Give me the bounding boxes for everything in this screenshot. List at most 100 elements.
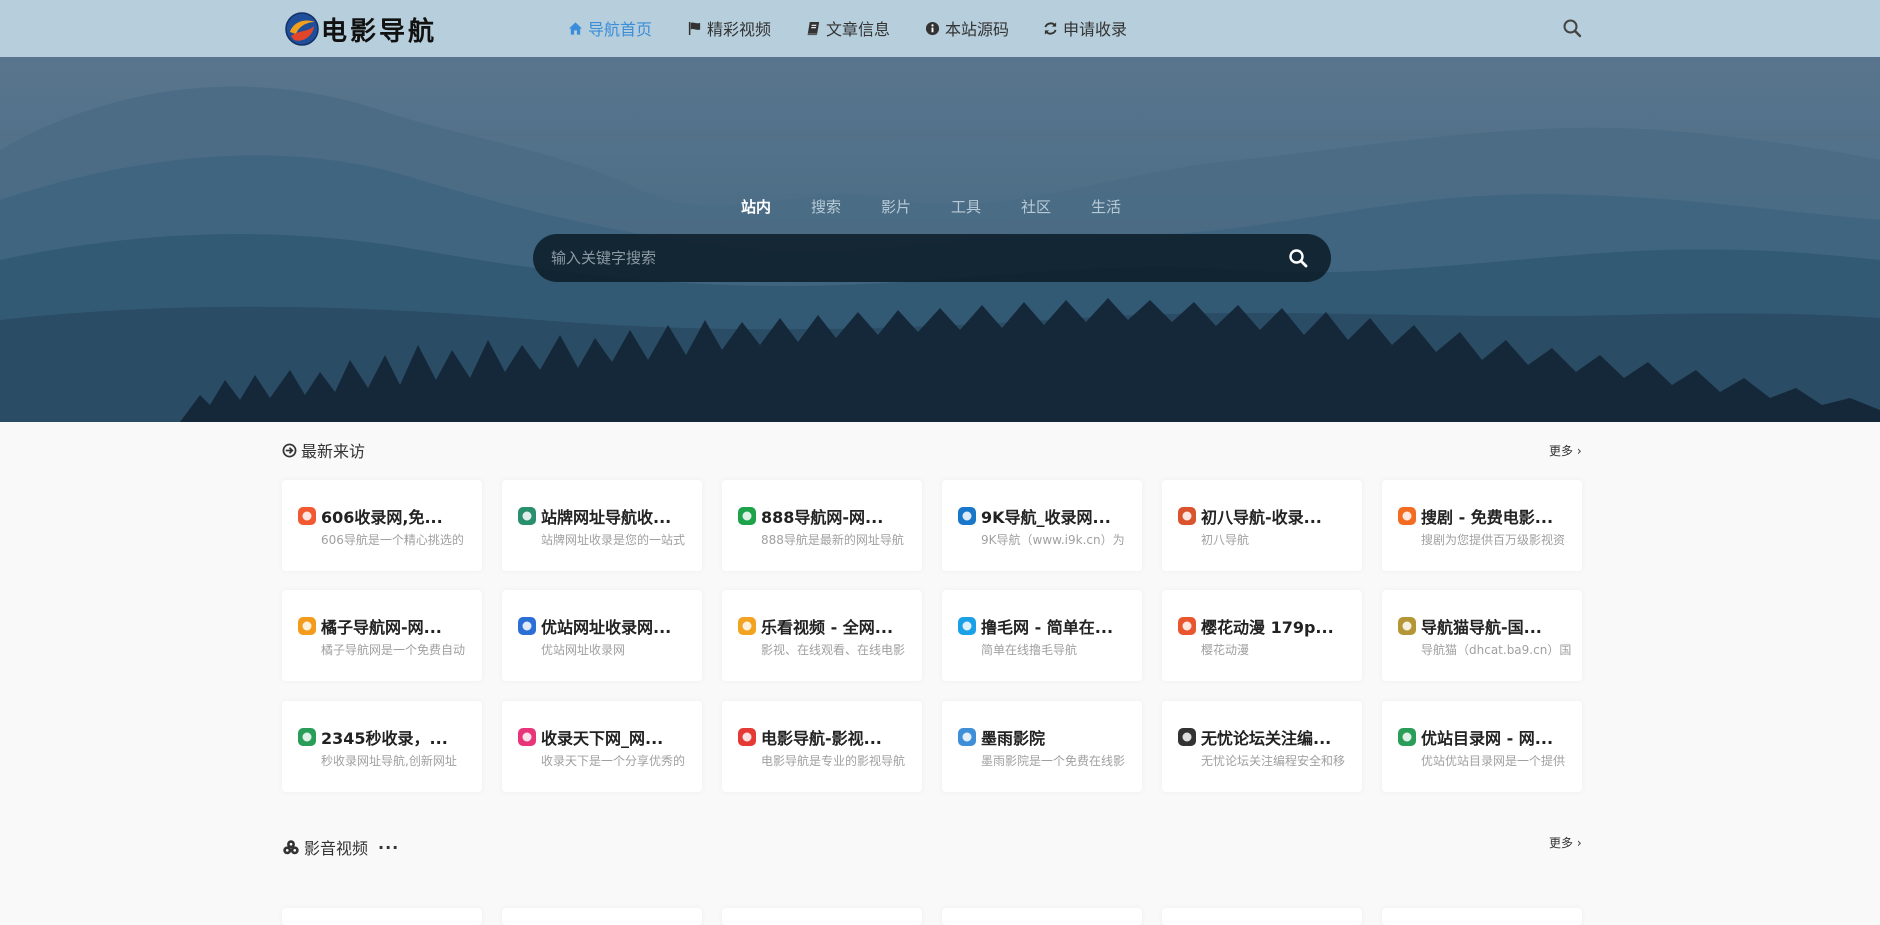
site-card[interactable]: 橘子导航网-网... 橘子导航网是一个免费自动 — [282, 590, 482, 681]
icon-lumao-icon — [957, 616, 977, 636]
logo-mark-icon — [285, 12, 319, 46]
site-card-desc: 888导航是最新的网址导航 — [761, 533, 904, 547]
site-card-title: 站牌网址导航收... — [541, 508, 672, 527]
site-card-desc: 搜剧为您提供百万级影视资 — [1421, 533, 1566, 547]
site-card[interactable]: 撸毛网 - 简单在... 简单在线撸毛导航 — [942, 590, 1142, 681]
site-card-title: 乐看视频 - 全网... — [761, 618, 894, 637]
site-card[interactable]: 墨雨影院墨雨影院是一个免费在线影 — [942, 701, 1142, 792]
section-video-menu[interactable]: ··· — [378, 838, 399, 857]
icon-chuba-icon — [1177, 506, 1197, 526]
site-card[interactable]: 樱花动漫 179p... 樱花动漫 — [1162, 590, 1362, 681]
search-submit-icon[interactable] — [1288, 248, 1308, 268]
site-card-title: 无忧论坛关注编... — [1201, 729, 1332, 748]
video-card[interactable] — [282, 908, 482, 925]
icon-cube-icon — [517, 506, 537, 526]
flag-icon — [688, 21, 701, 35]
site-card-title: 2345秒收录，... — [321, 729, 448, 748]
site-card[interactable]: 搜剧 - 免费电影... 搜剧为您提供百万级影视资 — [1382, 480, 1582, 571]
search-icon[interactable] — [1562, 18, 1582, 38]
video-more-link[interactable]: 更多 › — [1549, 834, 1582, 851]
search-tab-search[interactable]: 搜索 — [811, 196, 841, 218]
video-card[interactable] — [942, 908, 1142, 925]
video-card[interactable] — [1382, 908, 1582, 925]
book-icon — [807, 21, 820, 35]
nav-articles[interactable]: 文章信息 — [806, 17, 890, 39]
site-card[interactable]: 2345秒收录，... 秒收录网址导航,创新网址 — [282, 701, 482, 792]
site-card-title: 电影导航-影视... — [761, 729, 882, 748]
site-card[interactable]: 乐看视频 - 全网... 影视、在线观看、在线电影 — [722, 590, 922, 681]
site-card-desc: 电影导航是专业的影视导航 — [761, 754, 906, 768]
site-card-desc: 优站优站目录网是一个提供 — [1421, 754, 1566, 768]
site-card-desc: 站牌网址收录是您的一站式 — [541, 533, 686, 547]
search-tab-community[interactable]: 社区 — [1021, 196, 1051, 218]
site-card-desc: 影视、在线观看、在线电影 — [761, 643, 906, 657]
nav-videos[interactable]: 精彩视频 — [687, 17, 771, 39]
site-card[interactable]: 初八导航-收录... 初八导航 — [1162, 480, 1362, 571]
site-card-title: 导航猫导航-国... — [1421, 618, 1542, 637]
icon-lekan-icon — [737, 616, 757, 636]
site-card-desc: 导航猫（dhcat.ba9.cn）国 — [1421, 643, 1571, 657]
mountain-background — [0, 0, 1880, 422]
nav-source[interactable]: 本站源码 — [925, 17, 1009, 39]
site-card[interactable]: 优站网址收录网... 优站网址收录网 — [502, 590, 702, 681]
search-tab-movies[interactable]: 影片 — [881, 196, 911, 218]
site-card-desc: 优站网址收录网 — [541, 643, 626, 657]
icon-play-icon — [737, 727, 757, 747]
site-card-desc: 9K导航（www.i9k.cn）为 — [981, 533, 1125, 547]
search-input[interactable] — [551, 244, 1231, 272]
site-logo[interactable]: 电影导航 — [285, 10, 437, 48]
section-video-header: 影音视频 ··· — [282, 836, 399, 858]
hero-search-box — [533, 234, 1331, 282]
site-card[interactable]: 站牌网址导航收... 站牌网址收录是您的一站式 — [502, 480, 702, 571]
site-card[interactable]: 收录天下网_网... 收录天下是一个分享优秀的 — [502, 701, 702, 792]
site-card-desc: 606导航是一个精心挑选的 — [321, 533, 464, 547]
video-card[interactable] — [722, 908, 922, 925]
site-card-title: 606收录网,免... — [321, 508, 443, 527]
sign-in-icon — [282, 443, 297, 457]
site-card-desc: 初八导航 — [1201, 533, 1250, 547]
site-card-title: 撸毛网 - 简单在... — [981, 618, 1114, 637]
icon-606-icon — [297, 506, 317, 526]
search-tab-tools[interactable]: 工具 — [951, 196, 981, 218]
site-logo-text: 电影导航 — [321, 16, 438, 47]
search-tab-site[interactable]: 站内 — [741, 196, 771, 218]
site-card[interactable]: 导航猫导航-国... 导航猫（dhcat.ba9.cn）国 — [1382, 590, 1582, 681]
site-card-title: 墨雨影院 — [981, 729, 1046, 748]
icon-youzhan-icon — [517, 616, 537, 636]
film-reels-icon — [283, 839, 299, 854]
site-card[interactable]: 606收录网,免... 606导航是一个精心挑选的 — [282, 480, 482, 571]
icon-cat-icon — [1397, 616, 1417, 636]
icon-it-icon — [1177, 727, 1197, 747]
video-card[interactable] — [1162, 908, 1362, 925]
icon-2345-icon — [297, 727, 317, 747]
refresh-icon — [1044, 21, 1057, 35]
icon-youzhan-dir-icon — [1397, 727, 1417, 747]
site-card-title: 优站网址收录网... — [541, 618, 672, 637]
video-card[interactable] — [502, 908, 702, 925]
site-card-desc: 简单在线撸毛导航 — [981, 643, 1078, 657]
icon-pinwheel-icon — [957, 727, 977, 747]
icon-tianxia-icon — [517, 727, 537, 747]
site-card-desc: 墨雨影院是一个免费在线影 — [981, 754, 1126, 768]
recent-more-link[interactable]: 更多 › — [1549, 442, 1582, 459]
site-card[interactable]: 优站目录网 - 网... 优站优站目录网是一个提供 — [1382, 701, 1582, 792]
icon-yinghua-icon — [1177, 616, 1197, 636]
section-recent-title: 最新来访 — [301, 442, 366, 461]
site-card[interactable]: 888导航网-网... 888导航是最新的网址导航 — [722, 480, 922, 571]
section-video-title: 影音视频 — [304, 839, 369, 858]
site-card[interactable]: 电影导航-影视... 电影导航是专业的影视导航 — [722, 701, 922, 792]
site-card-desc: 收录天下是一个分享优秀的 — [541, 754, 686, 768]
nav-home[interactable]: 导航首页 — [568, 17, 652, 39]
icon-shield-icon — [737, 506, 757, 526]
site-card-title: 优站目录网 - 网... — [1421, 729, 1554, 748]
site-card[interactable]: 9K导航_收录网... 9K导航（www.i9k.cn）为 — [942, 480, 1142, 571]
site-card-title: 888导航网-网... — [761, 508, 884, 527]
search-tab-life[interactable]: 生活 — [1091, 196, 1121, 218]
site-card-title: 9K导航_收录网... — [981, 508, 1111, 527]
nav-submit[interactable]: 申请收录 — [1043, 17, 1127, 39]
section-recent-header: 最新来访 — [282, 439, 365, 461]
icon-orange-icon — [297, 616, 317, 636]
site-card-desc: 秒收录网址导航,创新网址 — [321, 754, 457, 768]
site-card-title: 初八导航-收录... — [1201, 508, 1322, 527]
site-card[interactable]: 无忧论坛关注编... 无忧论坛关注编程安全和移 — [1162, 701, 1362, 792]
